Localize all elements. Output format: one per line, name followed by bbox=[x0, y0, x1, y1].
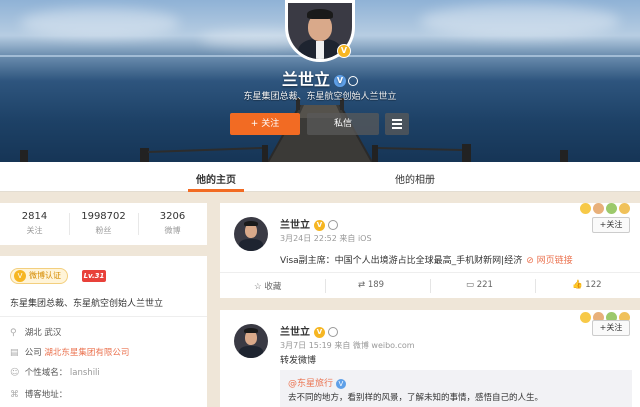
stat-following[interactable]: 2814 关注 bbox=[0, 211, 69, 236]
profile-subtitle: 东星集团总裁、东星航空创始人兰世立 bbox=[243, 92, 397, 102]
more-menu-button[interactable] bbox=[385, 113, 409, 135]
profile-banner: V 兰世立 V 东星集团总裁、东星航空创始人兰世立 + 关注 私信 bbox=[0, 0, 640, 162]
tab-home[interactable]: 他的主页 bbox=[196, 171, 236, 186]
profile-stats: 2814 关注 1998702 粉丝 3206 微博 bbox=[0, 203, 207, 245]
stat-value: 2814 bbox=[21, 211, 48, 222]
location-row: ⚲ 湖北 武汉 bbox=[10, 328, 62, 338]
verified-icon: V bbox=[14, 270, 26, 282]
company-row: ▤ 公司 湖北东星集团有限公司 bbox=[10, 348, 130, 358]
verified-icon: V bbox=[314, 219, 325, 231]
post-follow-button[interactable]: +关注 bbox=[592, 320, 630, 336]
location-pin-icon: ⚲ bbox=[10, 328, 17, 338]
post-meta[interactable]: 3月7日 15:19 来自 微博 weibo.com bbox=[280, 340, 415, 351]
gender-icon bbox=[348, 75, 358, 86]
profile-description: 东星集团总裁、东星航空创始人兰世立 bbox=[10, 299, 164, 309]
emoji-strip bbox=[578, 203, 630, 217]
post-content: 转发微博 bbox=[280, 356, 317, 366]
member-icon bbox=[328, 327, 338, 337]
profile-tabs: 他的主页 他的相册 bbox=[0, 162, 640, 192]
stat-value: 3206 bbox=[159, 211, 186, 222]
verify-badge[interactable]: V 微博认证 bbox=[10, 268, 68, 284]
post-avatar[interactable] bbox=[234, 324, 268, 358]
reposted-content[interactable]: @东星旅行 V 去不同的地方，看别样的风景，了解未知的事情，感悟自己的人生。 bbox=[280, 370, 632, 407]
profile-avatar[interactable]: V bbox=[285, 0, 355, 62]
comment-button[interactable]: ▭ 221 bbox=[466, 280, 493, 290]
menu-icon bbox=[392, 119, 402, 121]
active-tab-indicator bbox=[188, 189, 244, 192]
link-icon: ⌘ bbox=[10, 390, 19, 400]
message-button[interactable]: 私信 bbox=[307, 113, 379, 135]
post-content: Visa副主席：中国个人出境游占比全球最高_手机财新网|经济 ⊘ 网页链接 bbox=[280, 256, 573, 266]
stat-label: 粉丝 bbox=[95, 226, 112, 235]
feed-post: 兰世立 V 3月24日 22:52 来自 iOS Visa副主席：中国个人出境游占… bbox=[220, 203, 640, 298]
verified-badge-icon: V bbox=[337, 44, 351, 58]
profile-name-row: 兰世立 V bbox=[0, 66, 640, 90]
post-follow-button[interactable]: +关注 bbox=[592, 217, 630, 233]
repost-button[interactable]: ⇄ 189 bbox=[358, 280, 384, 290]
feed-post: 兰世立 V 3月7日 15:19 来自 微博 weibo.com 转发微博 +关注… bbox=[220, 310, 640, 407]
profile-name: 兰世立 bbox=[281, 70, 330, 89]
stat-value: 1998702 bbox=[81, 211, 126, 222]
follow-button[interactable]: + 关注 bbox=[230, 113, 300, 135]
level-badge[interactable]: Lv.31 bbox=[82, 270, 106, 282]
post-avatar[interactable] bbox=[234, 217, 268, 251]
stat-label: 微博 bbox=[164, 226, 181, 235]
domain-link[interactable]: lanshili bbox=[70, 368, 100, 378]
profile-info-card: V 微博认证 Lv.31 东星集团总裁、东星航空创始人兰世立 ⚲ 湖北 武汉 ▤ … bbox=[0, 256, 207, 407]
blog-row: ⌘ 博客地址： bbox=[10, 390, 68, 400]
post-author[interactable]: 兰世立 V bbox=[280, 323, 338, 338]
repost-text: 去不同的地方，看别样的风景，了解未知的事情，感悟自己的人生。 bbox=[288, 393, 544, 403]
user-card-icon: ☺ bbox=[10, 368, 20, 378]
like-button[interactable]: 👍 122 bbox=[572, 280, 602, 290]
briefcase-icon: ▤ bbox=[10, 348, 19, 358]
tab-album[interactable]: 他的相册 bbox=[395, 171, 435, 186]
stat-label: 关注 bbox=[26, 226, 43, 235]
verified-icon: V bbox=[334, 74, 346, 87]
post-author[interactable]: 兰世立 V bbox=[280, 216, 338, 231]
stat-followers[interactable]: 1998702 粉丝 bbox=[69, 211, 138, 236]
company-link[interactable]: 湖北东星集团有限公司 bbox=[44, 348, 129, 358]
stat-posts[interactable]: 3206 微博 bbox=[138, 211, 207, 236]
favorite-button[interactable]: ☆ 收藏 bbox=[254, 280, 281, 292]
web-link[interactable]: ⊘ 网页链接 bbox=[526, 256, 572, 266]
verified-icon: V bbox=[314, 326, 325, 338]
verified-icon: V bbox=[335, 379, 346, 389]
post-actions: ☆ 收藏 ⇄ 189 ▭ 221 👍 122 bbox=[220, 272, 640, 298]
repost-author[interactable]: @东星旅行 V bbox=[288, 376, 346, 389]
member-icon bbox=[328, 220, 338, 230]
post-meta[interactable]: 3月24日 22:52 来自 iOS bbox=[280, 233, 372, 244]
domain-row: ☺ 个性域名： lanshili bbox=[10, 368, 100, 378]
